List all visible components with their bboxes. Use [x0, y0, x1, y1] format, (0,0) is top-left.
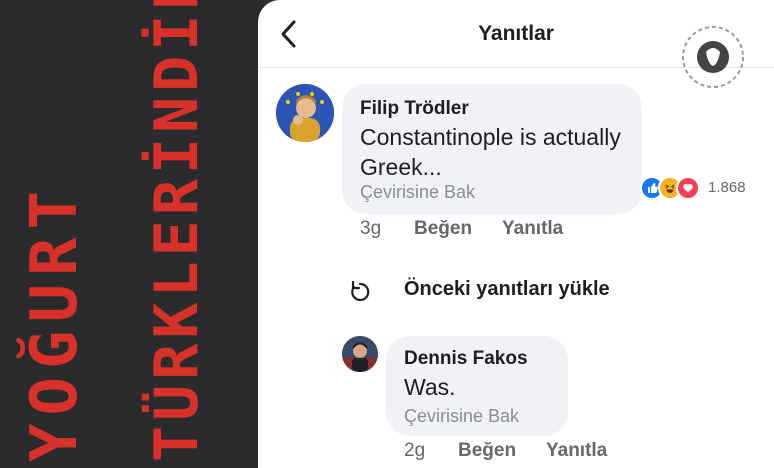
- reply-button[interactable]: Yanıtla: [546, 440, 607, 462]
- load-previous-label: Önceki yanıtları yükle: [404, 278, 610, 300]
- like-button[interactable]: Beğen: [458, 440, 516, 462]
- like-button[interactable]: Beğen: [414, 218, 472, 240]
- banner-line-1: YOĞURT: [18, 182, 92, 462]
- replies-screen: Yanıtlar Filip Trödler Constantinople is…: [258, 0, 774, 468]
- banner-line-2: TÜRKLERİNDİR: [142, 0, 212, 462]
- comment-author[interactable]: Filip Trödler: [360, 98, 469, 120]
- reply-author[interactable]: Dennis Fakos: [404, 348, 528, 370]
- load-previous-replies[interactable]: Önceki yanıtları yükle: [346, 276, 646, 306]
- comment-text: Constantinople is actually Greek...: [360, 124, 621, 180]
- see-translation-link[interactable]: Çevirisine Bak: [360, 182, 475, 203]
- love-icon: [676, 176, 700, 200]
- avatar[interactable]: [342, 336, 378, 372]
- refresh-icon: [351, 280, 370, 302]
- avatar[interactable]: [276, 84, 334, 142]
- reaction-count: 1.868: [708, 179, 746, 196]
- reply-bubble: Dennis Fakos Was. Çevirisine Bak: [386, 336, 568, 436]
- see-translation-link[interactable]: Çevirisine Bak: [404, 406, 519, 427]
- reply-text: Was.: [404, 374, 456, 400]
- reply-time: 2g: [404, 440, 426, 461]
- reply-button[interactable]: Yanıtla: [502, 218, 563, 240]
- watermark-logo: [682, 26, 744, 88]
- reaction-summary[interactable]: 1.868: [640, 176, 760, 200]
- banner: YOĞURT TÜRKLERİNDİR: [0, 0, 258, 468]
- comment-time: 3g: [360, 218, 382, 239]
- comment-bubble: Filip Trödler Constantinople is actually…: [342, 84, 642, 214]
